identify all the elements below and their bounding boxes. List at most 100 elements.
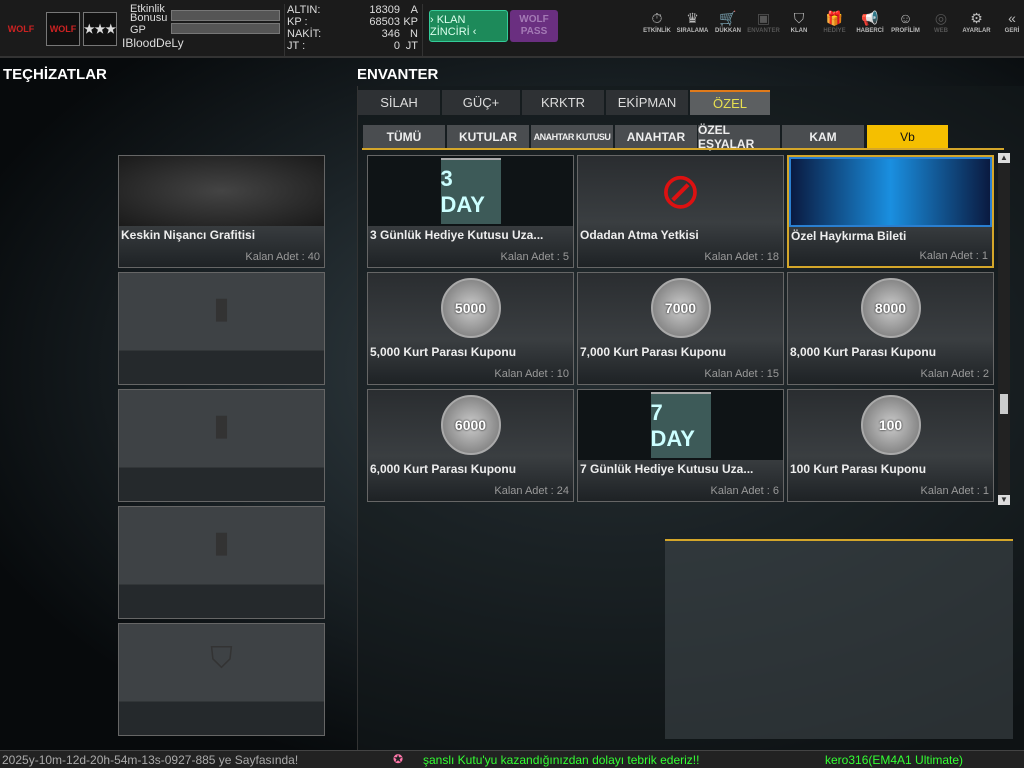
inventory-item[interactable]: 7 DAY 7 Günlük Hediye Kutusu Uza... Kalan …: [577, 389, 784, 502]
tab-1[interactable]: GÜÇ+: [442, 90, 520, 115]
kick-icon: ⊘: [659, 163, 702, 219]
nav-geri̇[interactable]: « GERİ: [993, 10, 1024, 34]
tab-2[interactable]: KRKTR: [522, 90, 604, 115]
equipment-title: TEÇHİZATLAR: [3, 66, 107, 83]
status-bar: 2025y-10m-12d-20h-54m-13s-0927-885 ye Sa…: [0, 750, 1024, 768]
day-box-icon: 7 DAY: [650, 392, 711, 458]
item-count: Kalan Adet : 2: [920, 368, 990, 380]
subtab-1[interactable]: KUTULAR: [447, 125, 529, 148]
subtab-3[interactable]: ANAHTAR: [615, 125, 697, 148]
nav-label: DÜKKAN: [715, 28, 741, 34]
nav-label: HEDİYE: [823, 28, 846, 34]
nav-klan[interactable]: ⛉ KLAN: [780, 10, 818, 34]
item-name: 7 Günlük Hediye Kutusu Uza...: [580, 462, 754, 476]
subtab-underline: [362, 148, 1004, 150]
gp-label: GP: [130, 24, 146, 36]
item-count: Kalan Adet : 6: [710, 485, 780, 497]
scrollbar-thumb[interactable]: [1000, 394, 1008, 414]
klan-zinciri-button[interactable]: › KLAN ZİNCİRİ ‹: [429, 10, 508, 42]
item-count: Kalan Adet : 18: [704, 251, 779, 263]
nav-dükkan[interactable]: 🛒 DÜKKAN: [709, 10, 747, 34]
empty-equipment-slot[interactable]: ▮: [118, 272, 325, 385]
nav-icon: 🛒: [719, 10, 737, 26]
item-detail-panel: [665, 539, 1013, 739]
item-count: Kalan Adet : 15: [704, 368, 779, 380]
coin-coupon-icon: 100: [860, 395, 921, 455]
empty-equipment-slot[interactable]: ▮: [118, 506, 325, 619]
nav-icon: 📢: [861, 10, 879, 26]
coin-coupon-icon: 7000: [650, 278, 711, 338]
star-icon: ✪: [393, 752, 404, 766]
tab-0[interactable]: SİLAH: [358, 90, 440, 115]
subtab-4[interactable]: ÖZEL EŞYALAR: [698, 123, 780, 151]
shield-slot-icon: ⛉: [210, 642, 233, 675]
item-name: Özel Haykırma Bileti: [791, 229, 907, 243]
spray-slot-icon: ▮: [213, 291, 230, 325]
inventory-item[interactable]: 8000 8,000 Kurt Parası Kuponu Kalan Adet :…: [787, 272, 994, 385]
tab-3[interactable]: EKİPMAN: [606, 90, 688, 115]
subtab-6[interactable]: Vb: [867, 125, 948, 148]
scroll-up-icon[interactable]: ▲: [998, 153, 1010, 163]
inventory-item[interactable]: Özel Haykırma Bileti Kalan Adet : 1: [787, 155, 994, 268]
subtab-2[interactable]: ANAHTAR KUTUSU: [531, 125, 613, 148]
subtab-5[interactable]: KAM: [782, 125, 864, 148]
item-name: 100 Kurt Parası Kuponu: [790, 462, 927, 476]
wolf-pass-button[interactable]: WOLF PASS: [510, 10, 558, 42]
item-count: Kalan Adet : 5: [500, 251, 570, 263]
item-name: 7,000 Kurt Parası Kuponu: [580, 345, 727, 359]
day-box-icon: 3 DAY: [440, 158, 501, 224]
item-name: 3 Günlük Hediye Kutusu Uza...: [370, 228, 544, 242]
nav-web[interactable]: ◎ WEB: [922, 10, 960, 34]
currency-unit: KP: [403, 16, 418, 28]
nav-icon: ⏱: [651, 10, 663, 26]
username: IBloodDeLy: [122, 36, 184, 50]
nav-haberci̇[interactable]: 📢 HABERCİ: [851, 10, 889, 34]
gp-bar: [171, 23, 280, 34]
scrollbar[interactable]: ▲ ▼: [998, 153, 1010, 505]
currency-value: 18309: [369, 4, 400, 16]
inventory-item[interactable]: ⊘ Odadan Atma Yetkisi Kalan Adet : 18: [577, 155, 784, 268]
empty-equipment-slot[interactable]: ⛉: [118, 623, 325, 736]
inventory-item[interactable]: 7000 7,000 Kurt Parası Kuponu Kalan Adet :…: [577, 272, 784, 385]
currency-label: KP :: [287, 16, 308, 28]
equipped-item-card[interactable]: Keskin Nişancı Grafitisi Kalan Adet : 40: [118, 155, 325, 268]
nav-label: HABERCİ: [856, 28, 884, 34]
nav-siralama[interactable]: ♛ SIRALAMA: [674, 10, 712, 34]
inventory-item[interactable]: 6000 6,000 Kurt Parası Kuponu Kalan Adet :…: [367, 389, 574, 502]
item-name: Keskin Nişancı Grafitisi: [121, 228, 256, 242]
nav-hedi̇ye[interactable]: 🎁 HEDİYE: [816, 10, 854, 34]
nav-icon: ☺: [898, 10, 913, 26]
currency-label: NAKİT:: [287, 28, 322, 40]
nav-icon: 🎁: [825, 10, 844, 26]
currency-value: 346: [381, 28, 400, 40]
nav-label: KLAN: [790, 28, 808, 34]
tab-4[interactable]: ÖZEL: [690, 90, 770, 115]
item-count: Kalan Adet : 1: [920, 485, 990, 497]
currency-unit: A: [410, 4, 418, 16]
item-name: 5,000 Kurt Parası Kuponu: [370, 345, 517, 359]
item-name: 8,000 Kurt Parası Kuponu: [790, 345, 937, 359]
item-name: 6,000 Kurt Parası Kuponu: [370, 462, 517, 476]
item-count: Kalan Adet : 1: [919, 250, 989, 262]
inventory-title: ENVANTER: [357, 66, 439, 83]
inventory-item[interactable]: 100 100 Kurt Parası Kuponu Kalan Adet : 1: [787, 389, 994, 502]
inventory-item[interactable]: 5000 5,000 Kurt Parası Kuponu Kalan Adet :…: [367, 272, 574, 385]
nav-etki̇nli̇k[interactable]: ⏱ ETKİNLİK: [638, 10, 676, 34]
clan-emblem[interactable]: WOLF: [46, 12, 80, 46]
subtab-0[interactable]: TÜMÜ: [363, 125, 445, 148]
nav-envanter[interactable]: ▣ ENVANTER: [745, 10, 783, 34]
nav-label: AYARLAR: [962, 28, 991, 34]
empty-equipment-slot[interactable]: ▮: [118, 389, 325, 502]
nav-profi̇li̇m[interactable]: ☺ PROFİLİM: [887, 10, 925, 34]
scroll-down-icon[interactable]: ▼: [998, 495, 1010, 505]
nav-icon: «: [1008, 10, 1016, 26]
item-count: Kalan Adet : 10: [494, 368, 569, 380]
nav-icon: ▣: [756, 10, 771, 26]
bonus-bar: [171, 10, 280, 21]
currency-value: 0: [393, 40, 400, 52]
coin-coupon-icon: 6000: [440, 395, 501, 455]
nav-label: GERİ: [1004, 28, 1020, 34]
inventory-item[interactable]: 3 DAY 3 Günlük Hediye Kutusu Uza... Kalan …: [367, 155, 574, 268]
nav-label: SIRALAMA: [676, 28, 709, 34]
nav-ayarlar[interactable]: ⚙ AYARLAR: [958, 10, 996, 34]
